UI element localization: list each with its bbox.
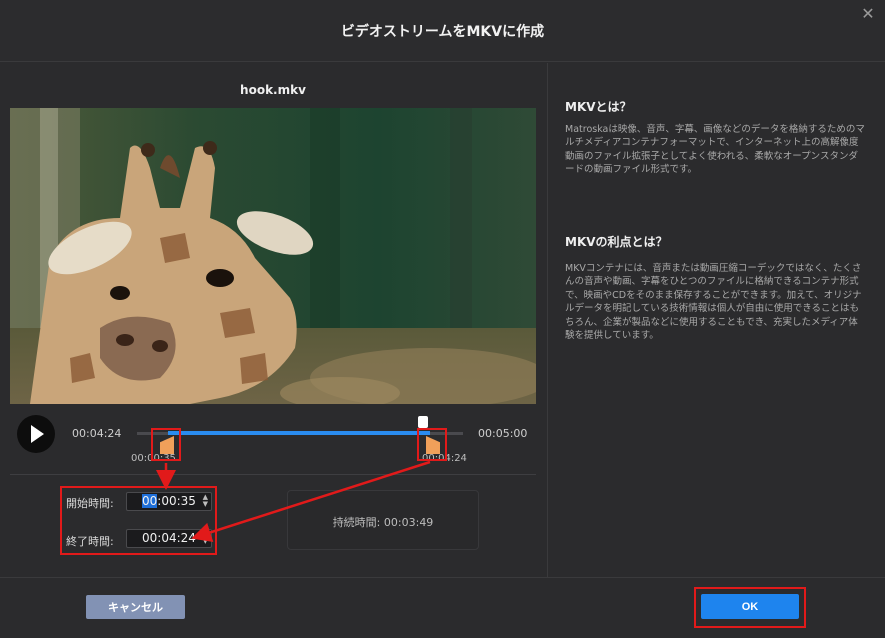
- end-time-label: 終了時間:: [66, 535, 114, 548]
- duration-value: 00:03:49: [383, 516, 434, 529]
- dialog-title: ビデオストリームをMKVに作成: [340, 24, 545, 40]
- dialog-footer: キャンセル OK: [0, 577, 885, 638]
- info-panel: MKVとは？ Matroskaは映像、音声、字幕、画像などのデータを格納するため…: [547, 63, 885, 577]
- start-time-input[interactable]: 00:00:35 ▲ ▼: [126, 492, 212, 511]
- info-body-mkv-benefits: MKVコンテナには、音声または動画圧縮コーデックではなく、たくさんの音声や動画、…: [565, 263, 862, 342]
- divider: [10, 474, 536, 475]
- playhead-handle[interactable]: [418, 416, 428, 428]
- ok-button[interactable]: OK: [701, 594, 799, 619]
- duration-panel: 持続時間: 00:03:49: [287, 490, 479, 550]
- start-time-hours-selected: 00: [142, 494, 158, 508]
- dialog-titlebar: ビデオストリームをMKVに作成 ✕: [0, 0, 885, 62]
- trim-end-handle-label: 00:04:24: [422, 453, 467, 464]
- info-title-mkv-benefits: MKVの利点とは？: [565, 235, 668, 249]
- info-title-what-is-mkv: MKVとは？: [565, 100, 632, 114]
- stepper-arrows-icon[interactable]: ▲ ▼: [203, 494, 208, 508]
- stepper-arrows-icon[interactable]: ▲ ▼: [203, 531, 208, 545]
- start-time-label: 開始時間:: [66, 497, 114, 510]
- preview-panel: hook.mkv 00:04:24 00:05:00 00:00:35 00:0…: [0, 63, 546, 577]
- duration-readout: 持続時間: 00:03:49: [288, 514, 478, 530]
- current-time: 00:04:24: [72, 427, 122, 440]
- start-time-rest: :00:35: [157, 494, 196, 508]
- timeline-selection: [168, 431, 430, 435]
- end-time-value: 00:04:24: [142, 531, 196, 545]
- cancel-button[interactable]: キャンセル: [86, 595, 185, 619]
- duration-label: 持続時間:: [332, 516, 381, 529]
- video-preview[interactable]: [10, 108, 536, 404]
- play-button[interactable]: [17, 415, 55, 453]
- trim-start-handle-label: 00:00:35: [131, 453, 176, 464]
- play-icon: [31, 425, 44, 443]
- video-filename: hook.mkv: [240, 83, 306, 97]
- trim-end-handle[interactable]: [426, 436, 440, 454]
- close-icon[interactable]: ✕: [859, 5, 877, 23]
- end-time-input[interactable]: 00:04:24 ▲ ▼: [126, 529, 212, 548]
- giraffe-image: [10, 108, 536, 404]
- trim-start-handle[interactable]: [160, 436, 174, 454]
- info-body-what-is-mkv: Matroskaは映像、音声、字幕、画像などのデータを格納するためのマルチメディ…: [565, 124, 865, 176]
- end-time: 00:05:00: [478, 427, 528, 440]
